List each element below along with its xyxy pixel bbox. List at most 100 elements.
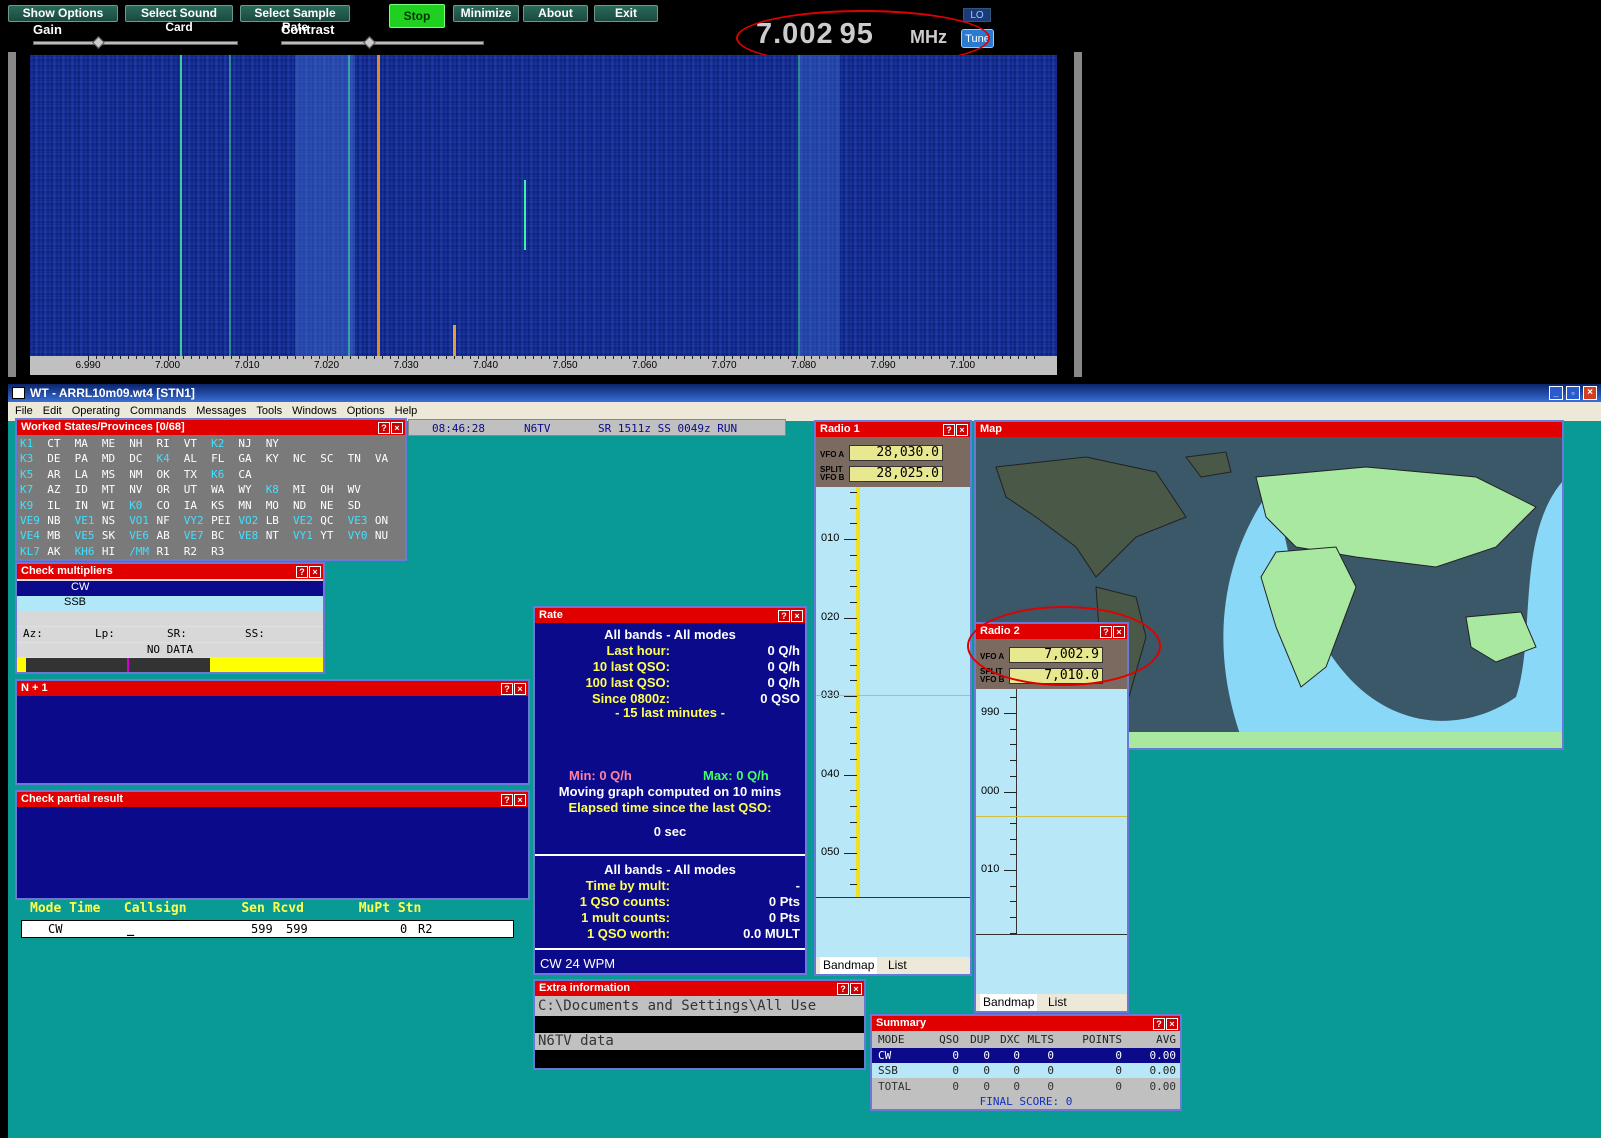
close-icon[interactable]: × (514, 683, 526, 695)
axis-minor-tick (533, 356, 535, 359)
mult-row-empty (17, 611, 323, 626)
axis-minor-tick (509, 356, 511, 359)
state-ve1: VE1 (74, 514, 95, 527)
menu-tools[interactable]: Tools (256, 405, 282, 417)
axis-minor-tick (239, 356, 241, 359)
bandmap-minor-tick (1010, 760, 1017, 762)
bandmap-minor-tick (1010, 775, 1017, 777)
restore-window-icon[interactable]: ▫ (1566, 386, 1580, 400)
tab-bandmap[interactable]: Bandmap (980, 994, 1038, 1011)
axis-minor-tick (708, 356, 710, 359)
axis-minor-tick (127, 356, 129, 359)
menu-help[interactable]: Help (395, 405, 418, 417)
minimize-button[interactable]: Minimize (453, 5, 519, 22)
show-options-button[interactable]: Show Options (8, 5, 118, 22)
menu-commands[interactable]: Commands (130, 405, 186, 417)
close-window-icon[interactable]: × (1583, 386, 1597, 400)
status-time: 08:46:28 (432, 422, 485, 435)
close-icon[interactable]: × (791, 610, 803, 622)
rate-panel: Rate? × All bands - All modes Last hour: 0… (533, 606, 807, 975)
bandmap-minor-tick (1010, 838, 1017, 840)
summary-row-total: TOTAL 0 0 0 0 0 0.00 (872, 1079, 1180, 1094)
rate-value: 0.0 MULT (743, 926, 800, 941)
axis-minor-tick (302, 356, 304, 359)
entry-line[interactable]: CW _ 599 599 0 R2 (21, 920, 514, 938)
state-mi: MI (293, 483, 307, 497)
tab-bandmap[interactable]: Bandmap (820, 957, 878, 974)
axis-minor-tick (978, 356, 980, 359)
stop-button[interactable]: Stop (389, 4, 445, 28)
tab-list[interactable]: List (1048, 994, 1067, 1011)
bandmap-minor-tick (850, 837, 857, 839)
gain-slider-handle[interactable] (91, 36, 105, 49)
state-nd: ND (293, 498, 307, 512)
state-mo: MO (265, 498, 279, 512)
axis-minor-tick (103, 356, 105, 359)
radio-1-vfo-b[interactable]: 28,025.0 (849, 466, 943, 482)
menu-messages[interactable]: Messages (196, 405, 246, 417)
help-icon[interactable]: ? (501, 683, 513, 695)
menu-options[interactable]: Options (347, 405, 385, 417)
minimize-window-icon[interactable]: _ (1549, 386, 1563, 400)
contrast-slider[interactable] (281, 36, 484, 49)
help-icon[interactable]: ? (943, 424, 955, 436)
status-call: N6TV (524, 422, 551, 435)
help-icon[interactable]: ? (501, 794, 513, 806)
bandmap-minor-tick (850, 696, 857, 697)
about-button[interactable]: About (523, 5, 588, 22)
axis-minor-tick (684, 356, 686, 359)
vfo-b-label: VFO B (820, 473, 845, 482)
help-icon[interactable]: ? (778, 610, 790, 622)
help-icon[interactable]: ? (296, 566, 308, 578)
close-icon[interactable]: × (391, 422, 403, 434)
worked-states-title-text: Worked States/Provinces [0/68] (21, 421, 185, 433)
state-dc: DC (129, 452, 143, 466)
radio-2-bandmap[interactable]: 990 000 010 (976, 689, 1127, 934)
bandmap-minor-tick (850, 633, 857, 635)
axis-minor-tick (636, 356, 638, 359)
menu-edit[interactable]: Edit (43, 405, 62, 417)
contrast-slider-handle[interactable] (363, 36, 377, 49)
menu-windows[interactable]: Windows (292, 405, 337, 417)
close-icon[interactable]: × (309, 566, 321, 578)
select-sample-rate-button[interactable]: Select Sample Rate (240, 5, 350, 34)
close-icon[interactable]: × (956, 424, 968, 436)
callsign-input[interactable]: _ (127, 921, 134, 937)
axis-minor-tick (382, 356, 384, 359)
radio-1-bandmap[interactable]: 010 020 030 040 050 (816, 487, 970, 897)
bandmap-minor-tick (850, 539, 857, 540)
help-icon[interactable]: ? (1153, 1018, 1165, 1030)
axis-tick-label: 7.000 (154, 360, 181, 371)
radio-1-vfo-a[interactable]: 28,030.0 (849, 445, 943, 461)
menu-file[interactable]: File (15, 405, 33, 417)
lo-button[interactable]: LO (963, 8, 991, 22)
state-vy2: VY2 (183, 514, 204, 527)
tab-list[interactable]: List (888, 957, 907, 974)
state-k0: K0 (129, 498, 143, 512)
select-sound-card-button[interactable]: Select Sound Card (125, 5, 233, 34)
close-icon[interactable]: × (850, 983, 862, 995)
axis-minor-tick (660, 356, 662, 359)
entry-sent[interactable]: 599 (251, 921, 273, 937)
waterfall-display[interactable] (30, 55, 1057, 356)
entry-rcvd[interactable]: 599 (286, 921, 308, 937)
exit-button[interactable]: Exit (594, 5, 658, 22)
help-icon[interactable]: ? (378, 422, 390, 434)
gain-label: Gain (33, 22, 62, 37)
state-k4: K4 (156, 452, 170, 466)
radio-2-tabs: Bandmap List (976, 994, 1127, 1011)
axis-minor-tick (652, 356, 654, 359)
axis-minor-tick (572, 356, 574, 359)
close-icon[interactable]: × (514, 794, 526, 806)
axis-minor-tick (461, 356, 463, 359)
state-tx: TX (183, 467, 198, 481)
summary-row-cw: CW 0 0 0 0 0 0.00 (872, 1048, 1180, 1063)
menu-operating[interactable]: Operating (72, 405, 120, 417)
state-nt: NT (265, 529, 279, 543)
gain-slider[interactable] (33, 36, 238, 49)
bandmap-minor-tick (850, 586, 857, 588)
help-icon[interactable]: ? (837, 983, 849, 995)
axis-minor-tick (207, 356, 209, 359)
close-icon[interactable]: × (1166, 1018, 1178, 1030)
summary-cell: 0 (983, 1080, 990, 1093)
